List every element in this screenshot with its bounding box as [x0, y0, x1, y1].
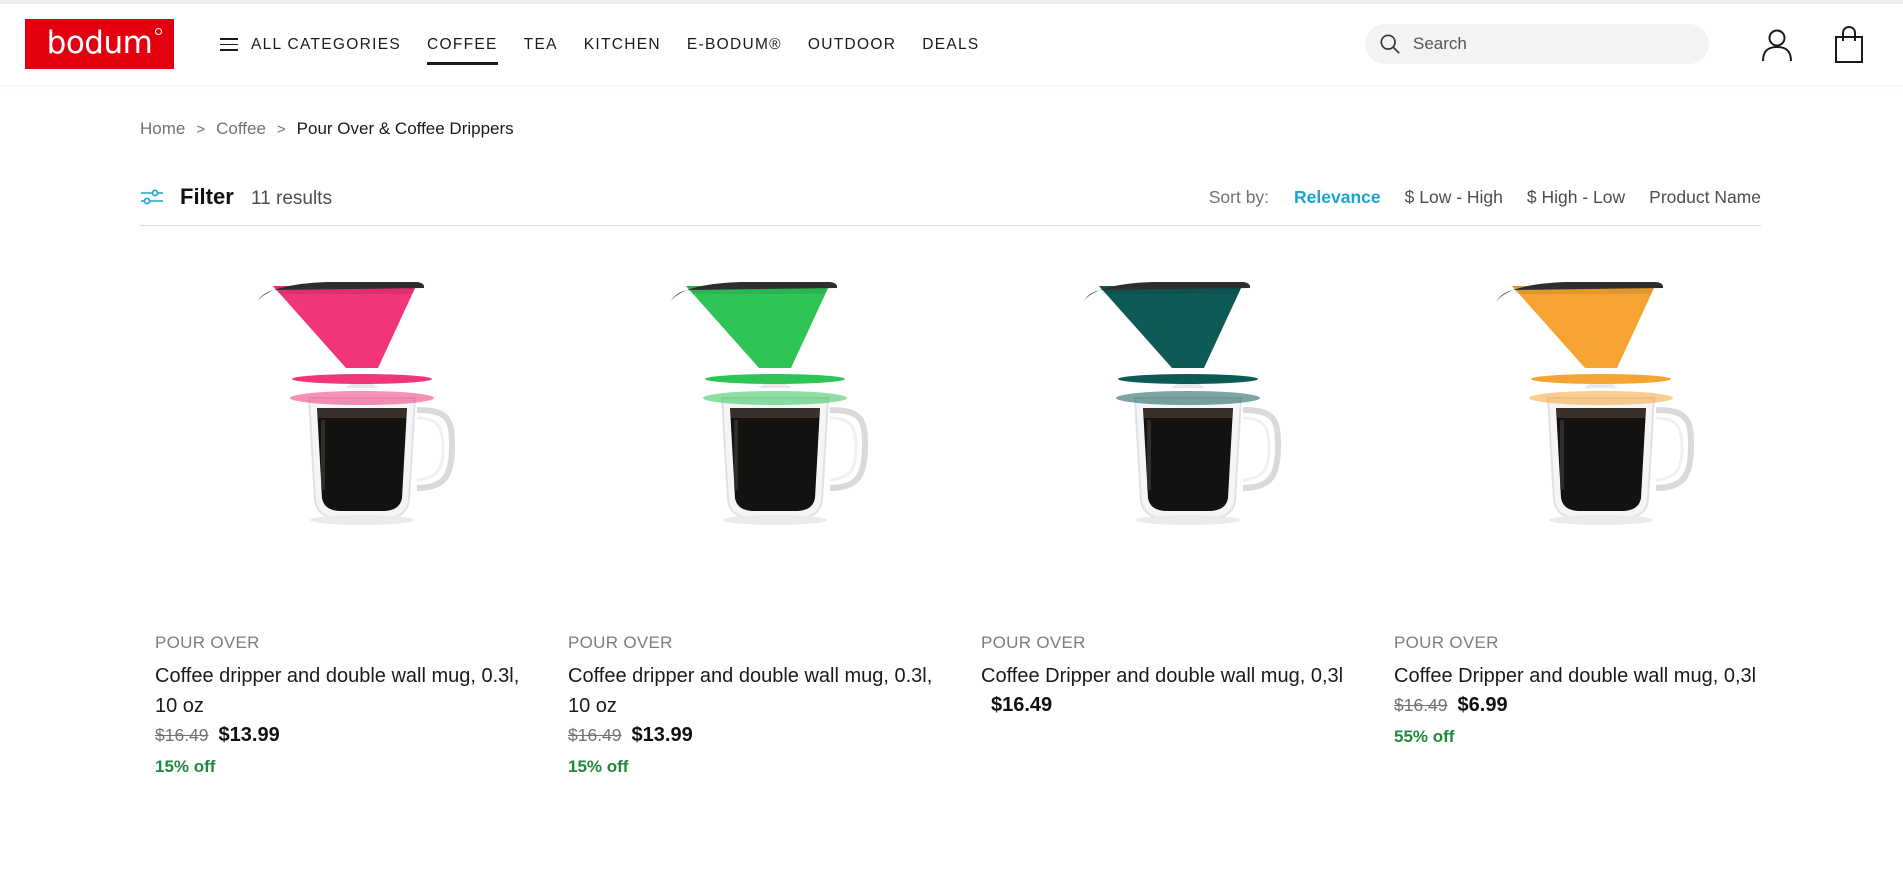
- breadcrumb: Home > Coffee > Pour Over & Coffee Dripp…: [140, 119, 514, 139]
- dripper-mug-illustration: [669, 282, 868, 525]
- sort-relevance[interactable]: Relevance: [1294, 187, 1381, 208]
- product-category: POUR OVER: [155, 633, 260, 652]
- nav-tea[interactable]: TEA: [524, 4, 558, 85]
- original-price: $16.49: [568, 725, 622, 745]
- sort-options: Sort by: Relevance $ Low - High $ High -…: [1209, 187, 1761, 208]
- nav-coffee[interactable]: COFFEE: [427, 4, 498, 85]
- product-card[interactable]: POUR OVER Coffee dripper and double wall…: [140, 270, 553, 777]
- breadcrumb-home[interactable]: Home: [140, 119, 185, 139]
- nav-outdoor[interactable]: OUTDOOR: [808, 4, 896, 85]
- user-icon[interactable]: [1761, 28, 1793, 62]
- registered-mark-icon: [155, 28, 162, 35]
- dripper-mug-illustration: [256, 282, 455, 525]
- discount-badge: 55% off: [1394, 727, 1455, 746]
- breadcrumb-separator: >: [196, 120, 206, 138]
- filter-label: Filter: [180, 184, 234, 209]
- filter-bar: Filter 11 results Sort by: Relevance $ L…: [140, 174, 1761, 226]
- sort-label: Sort by:: [1208, 187, 1270, 207]
- sort-price-low-high[interactable]: $ Low - High: [1405, 187, 1503, 208]
- product-card[interactable]: POUR OVER Coffee Dripper and double wall…: [966, 270, 1379, 777]
- price: $16.49: [991, 694, 1053, 716]
- product-image[interactable]: [140, 270, 553, 615]
- search-input[interactable]: [1413, 34, 1693, 54]
- product-image[interactable]: [966, 270, 1379, 615]
- breadcrumb-current: Pour Over & Coffee Drippers: [296, 119, 514, 138]
- sale-price: $6.99: [1457, 694, 1508, 716]
- product-image[interactable]: [553, 270, 966, 615]
- product-category: POUR OVER: [981, 633, 1086, 652]
- bodum-logo[interactable]: bodum: [25, 19, 174, 69]
- discount-badge: 15% off: [568, 757, 629, 776]
- nav-all-categories-label: ALL CATEGORIES: [251, 35, 401, 53]
- dripper-mug-illustration: [1082, 282, 1281, 525]
- sort-price-high-low[interactable]: $ High - Low: [1527, 187, 1625, 208]
- site-header: bodum ALL CATEGORIES COFFEE TEA KITCHEN …: [0, 4, 1903, 85]
- product-category: POUR OVER: [1394, 633, 1499, 652]
- product-name[interactable]: Coffee dripper and double wall mug, 0.3l…: [568, 661, 948, 721]
- filter-sliders-icon: [141, 189, 163, 205]
- product-grid: POUR OVER Coffee dripper and double wall…: [140, 270, 1761, 777]
- original-price: $16.49: [155, 725, 209, 745]
- breadcrumb-coffee[interactable]: Coffee: [216, 119, 266, 139]
- results-count: 11 results: [251, 188, 332, 209]
- sale-price: $13.99: [631, 724, 693, 746]
- product-image[interactable]: [1379, 270, 1792, 615]
- menu-icon: [220, 38, 238, 51]
- breadcrumb-separator: >: [276, 120, 286, 138]
- nav-all-categories[interactable]: ALL CATEGORIES: [220, 4, 401, 85]
- product-name[interactable]: Coffee Dripper and double wall mug, 0,3l: [981, 661, 1361, 691]
- original-price: $16.49: [1394, 695, 1448, 715]
- main-nav: ALL CATEGORIES COFFEE TEA KITCHEN E-BODU…: [220, 4, 1006, 85]
- nav-e-bodum[interactable]: E-BODUM®: [687, 4, 782, 85]
- product-card[interactable]: POUR OVER Coffee dripper and double wall…: [553, 270, 966, 777]
- product-name[interactable]: Coffee dripper and double wall mug, 0.3l…: [155, 661, 535, 721]
- nav-deals[interactable]: DEALS: [922, 4, 979, 85]
- product-name[interactable]: Coffee Dripper and double wall mug, 0,3l: [1394, 661, 1774, 691]
- search-icon: [1380, 34, 1400, 54]
- logo-text: bodum: [46, 25, 153, 61]
- nav-kitchen[interactable]: KITCHEN: [584, 4, 661, 85]
- product-category: POUR OVER: [568, 633, 673, 652]
- dripper-mug-illustration: [1495, 282, 1694, 525]
- discount-badge: 15% off: [155, 757, 216, 776]
- product-card[interactable]: POUR OVER Coffee Dripper and double wall…: [1379, 270, 1792, 777]
- search-box[interactable]: [1365, 24, 1709, 64]
- shopping-bag-icon[interactable]: [1834, 26, 1864, 64]
- filter-button[interactable]: Filter: [140, 184, 234, 210]
- sale-price: $13.99: [218, 724, 280, 746]
- sort-product-name[interactable]: Product Name: [1649, 187, 1761, 208]
